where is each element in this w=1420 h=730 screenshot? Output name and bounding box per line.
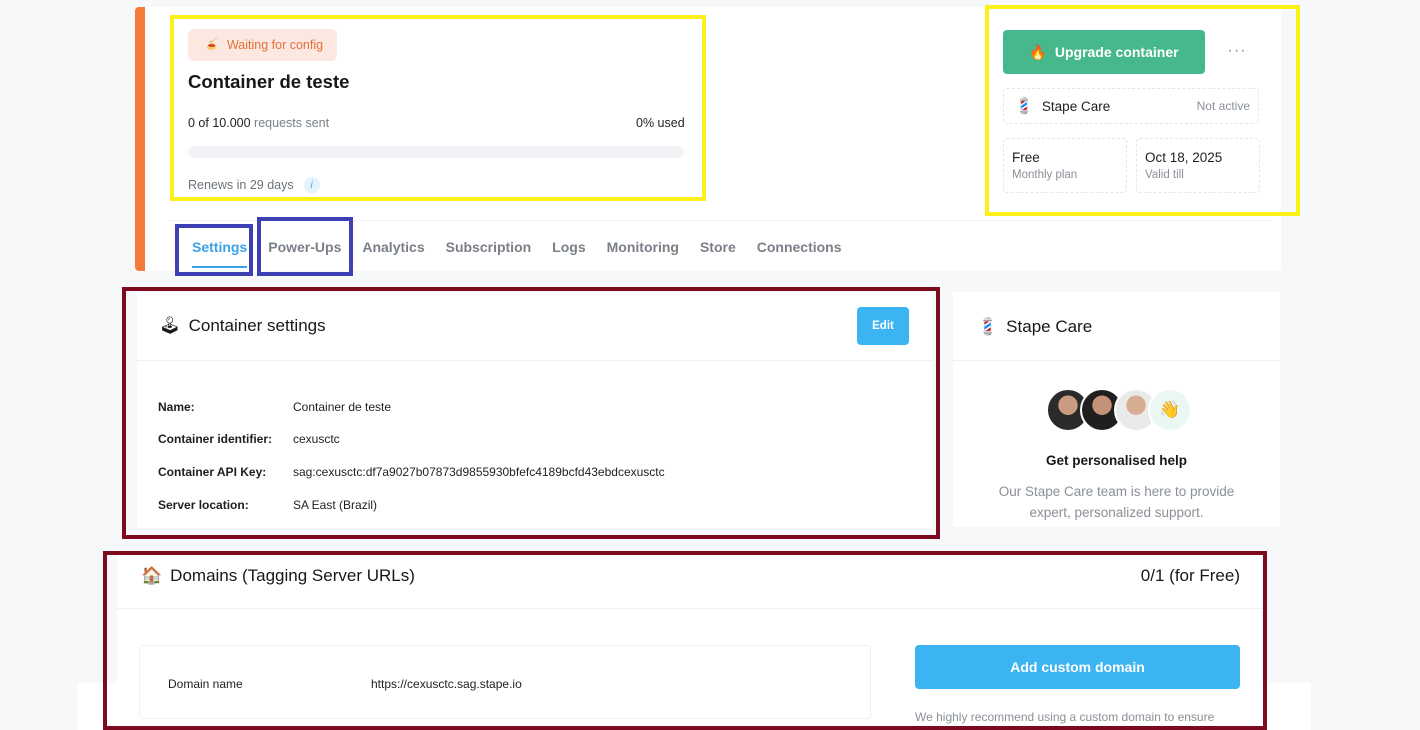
tab-subscription[interactable]: Subscription — [436, 231, 543, 268]
barber-pole-icon: 💈 — [1014, 98, 1034, 115]
domain-recommendation: We highly recommend using a custom domai… — [915, 710, 1215, 724]
tab-settings[interactable]: Settings — [182, 231, 258, 268]
setting-key: Container identifier: — [158, 432, 273, 446]
settings-title-text: Container settings — [188, 316, 326, 335]
container-overview-card: 🍝 Waiting for config Container de teste … — [135, 7, 1281, 271]
info-icon[interactable]: i — [303, 177, 320, 193]
valid-caption: Valid till — [1145, 169, 1184, 181]
help-text: Our Stape Care team is here to provide e… — [998, 484, 1235, 520]
tab-power-ups[interactable]: Power-Ups — [258, 231, 352, 268]
domain-row: Domain name https://cexusctc.sag.stape.i… — [139, 645, 871, 719]
care-header: 💈 Stape Care — [953, 292, 1280, 361]
container-settings-card: 🕹 Container settings Edit Name: Containe… — [137, 292, 932, 528]
setting-key: Container API Key: — [158, 465, 267, 479]
status-text: Waiting for config — [226, 38, 324, 52]
add-custom-domain-button[interactable]: Add custom domain — [915, 645, 1240, 689]
plan-name: Free — [1012, 150, 1040, 165]
edit-button[interactable]: Edit — [857, 307, 909, 345]
setting-key: Name: — [158, 400, 195, 414]
stape-care-status[interactable]: 💈 Stape Care Not active — [1003, 88, 1259, 124]
domains-header: 🏠 Domains (Tagging Server URLs) 0/1 (for… — [117, 555, 1262, 609]
tab-analytics[interactable]: Analytics — [352, 231, 435, 268]
upgrade-container-button[interactable]: 🔥 Upgrade container — [1003, 30, 1205, 74]
plan-box: Free Monthly plan — [1003, 138, 1127, 193]
domain-url[interactable]: https://cexusctc.sag.stape.io — [371, 677, 522, 691]
joystick-icon: 🕹 — [159, 316, 181, 335]
stape-care-label: Stape Care — [1041, 98, 1111, 114]
domains-title: 🏠 Domains (Tagging Server URLs) — [141, 566, 415, 586]
more-options-icon[interactable]: ··· — [1223, 37, 1251, 65]
tab-logs[interactable]: Logs — [542, 231, 596, 268]
care-title-text: Stape Care — [1006, 317, 1093, 336]
upgrade-label: Upgrade container — [1054, 44, 1179, 60]
tabs-divider — [170, 220, 1270, 221]
settings-row: Container identifier: cexusctc — [158, 432, 340, 446]
setting-value: Container de teste — [293, 400, 392, 414]
requests-progress-bar — [188, 146, 684, 158]
fire-icon: 🔥 — [1029, 43, 1047, 60]
domains-title-text: Domains (Tagging Server URLs) — [170, 566, 415, 585]
support-team-avatars: 👋 — [1046, 388, 1192, 432]
settings-row: Server location: SA East (Brazil) — [158, 498, 377, 512]
domains-count: 0/1 (for Free) — [1140, 566, 1240, 585]
usage-percent: 0% used — [636, 116, 685, 130]
stape-care-card: 💈 Stape Care 👋 Get personalised help Our… — [953, 292, 1280, 527]
container-title: Container de teste — [188, 71, 350, 92]
renews-text: Renews in 29 days — [188, 178, 294, 192]
settings-row: Name: Container de teste — [158, 400, 391, 414]
help-title: Get personalised help — [1045, 453, 1188, 468]
settings-row: Container API Key: sag:cexusctc:df7a9027… — [158, 465, 665, 479]
container-tabs: Settings Power-Ups Analytics Subscriptio… — [182, 231, 853, 268]
stape-care-state: Not active — [1196, 99, 1250, 113]
requests-sent: 0 of 10.000 requests sent — [188, 116, 329, 130]
valid-date: Oct 18, 2025 — [1145, 150, 1223, 165]
domains-card: 🏠 Domains (Tagging Server URLs) 0/1 (for… — [117, 555, 1262, 730]
settings-title: 🕹 Container settings — [159, 316, 326, 336]
setting-value: sag:cexusctc:df7a9027b07873d9855930bfefc… — [293, 465, 665, 479]
status-icon: 🍝 — [204, 38, 219, 52]
setting-value: cexusctc — [293, 432, 340, 446]
status-accent-bar — [135, 7, 145, 271]
tab-store[interactable]: Store — [690, 231, 747, 268]
domain-key: Domain name — [168, 677, 243, 691]
settings-header: 🕹 Container settings Edit — [137, 292, 932, 361]
plan-caption: Monthly plan — [1012, 169, 1078, 181]
wave-icon: 👋 — [1148, 388, 1192, 432]
setting-key: Server location: — [158, 498, 249, 512]
tab-connections[interactable]: Connections — [747, 231, 853, 268]
house-icon: 🏠 — [141, 566, 163, 585]
barber-pole-icon: 💈 — [977, 317, 999, 336]
setting-value: SA East (Brazil) — [293, 498, 378, 512]
status-badge: 🍝 Waiting for config — [188, 29, 338, 61]
requests-count: 0 of 10.000 — [188, 116, 251, 130]
care-title: 💈 Stape Care — [977, 317, 1092, 337]
renewal-info: Renews in 29 days i — [188, 177, 320, 193]
tab-monitoring[interactable]: Monitoring — [597, 231, 690, 268]
requests-label: requests sent — [254, 116, 330, 130]
valid-till-box: Oct 18, 2025 Valid till — [1136, 138, 1260, 193]
